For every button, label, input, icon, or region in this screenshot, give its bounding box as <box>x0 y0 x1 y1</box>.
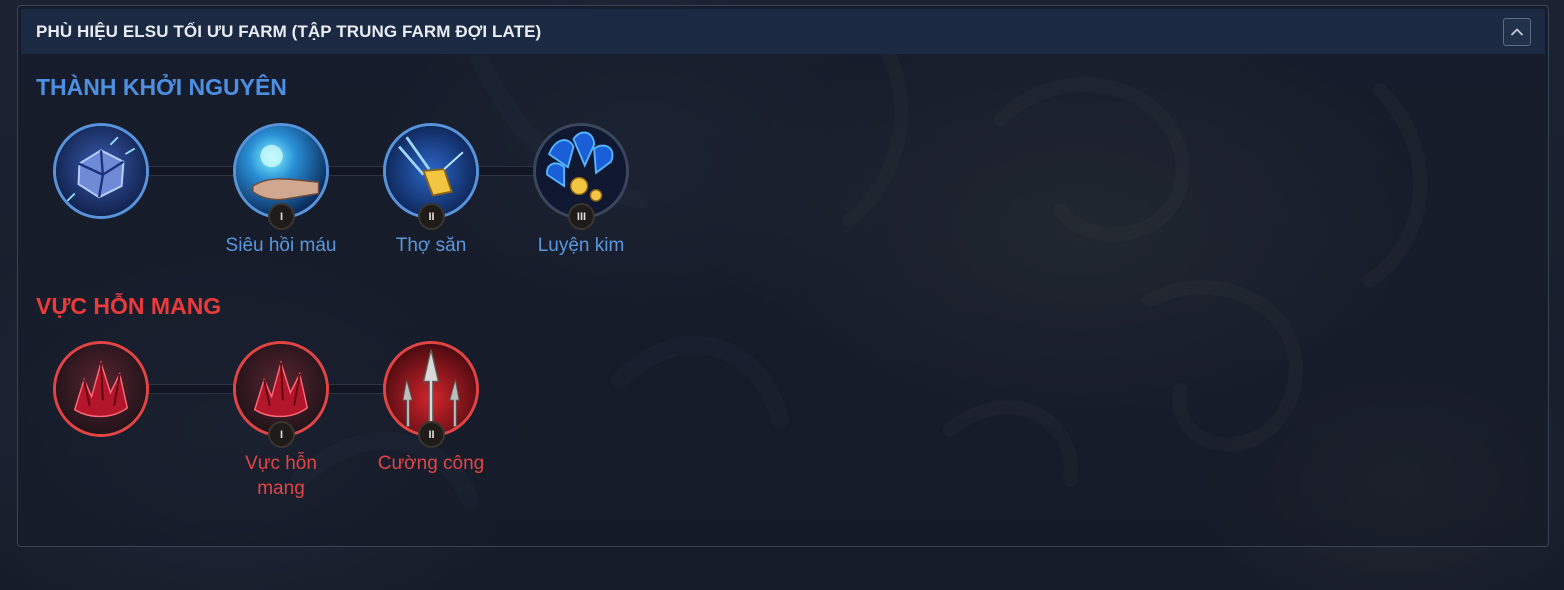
rune-label: Thợ săn <box>395 235 467 256</box>
rune-label: Siêu hồi máu <box>225 235 337 256</box>
tier-badge: I <box>268 421 295 448</box>
rune-node-tho-san[interactable]: II <box>383 123 479 230</box>
rune-node-root-red[interactable] <box>53 341 149 437</box>
rune-label: Luyện kim <box>537 235 625 256</box>
chevron-up-icon <box>1511 28 1523 36</box>
tier-badge: II <box>418 421 445 448</box>
tier-badge: II <box>418 203 445 230</box>
red-crystal-icon <box>53 341 149 437</box>
rune-node-root-blue[interactable] <box>53 123 149 219</box>
panel-header: PHÙ HIỆU ELSU TỐI ƯU FARM (TẬP TRUNG FAR… <box>21 9 1545 54</box>
tier-badge: I <box>268 203 295 230</box>
tree-link <box>328 166 384 176</box>
tree-title-vuc-hon-mang: VỰC HỖN MANG <box>36 293 222 319</box>
rune-node-sieu-hoi-mau[interactable]: I <box>233 123 329 230</box>
collapse-button[interactable] <box>1503 18 1531 46</box>
rune-node-cuong-cong[interactable]: II <box>383 341 479 448</box>
tree-link <box>478 166 534 176</box>
rune-label: Cường công <box>377 453 485 474</box>
rune-node-luyen-kim[interactable]: III <box>533 123 629 230</box>
rune-node-vuc-hon-mang[interactable]: I <box>233 341 329 448</box>
rune-panel: PHÙ HIỆU ELSU TỐI ƯU FARM (TẬP TRUNG FAR… <box>17 5 1549 547</box>
tree-link <box>148 166 234 176</box>
tree-link <box>328 384 384 394</box>
tier-badge: III <box>568 203 595 230</box>
blue-crystal-cube-icon <box>53 123 149 219</box>
tree-title-thanh-khoi-nguyen: THÀNH KHỞI NGUYÊN <box>36 74 287 100</box>
tree-link <box>148 384 234 394</box>
panel-title: PHÙ HIỆU ELSU TỐI ƯU FARM (TẬP TRUNG FAR… <box>36 22 542 41</box>
rune-label: Vực hỗn mang <box>245 453 317 499</box>
